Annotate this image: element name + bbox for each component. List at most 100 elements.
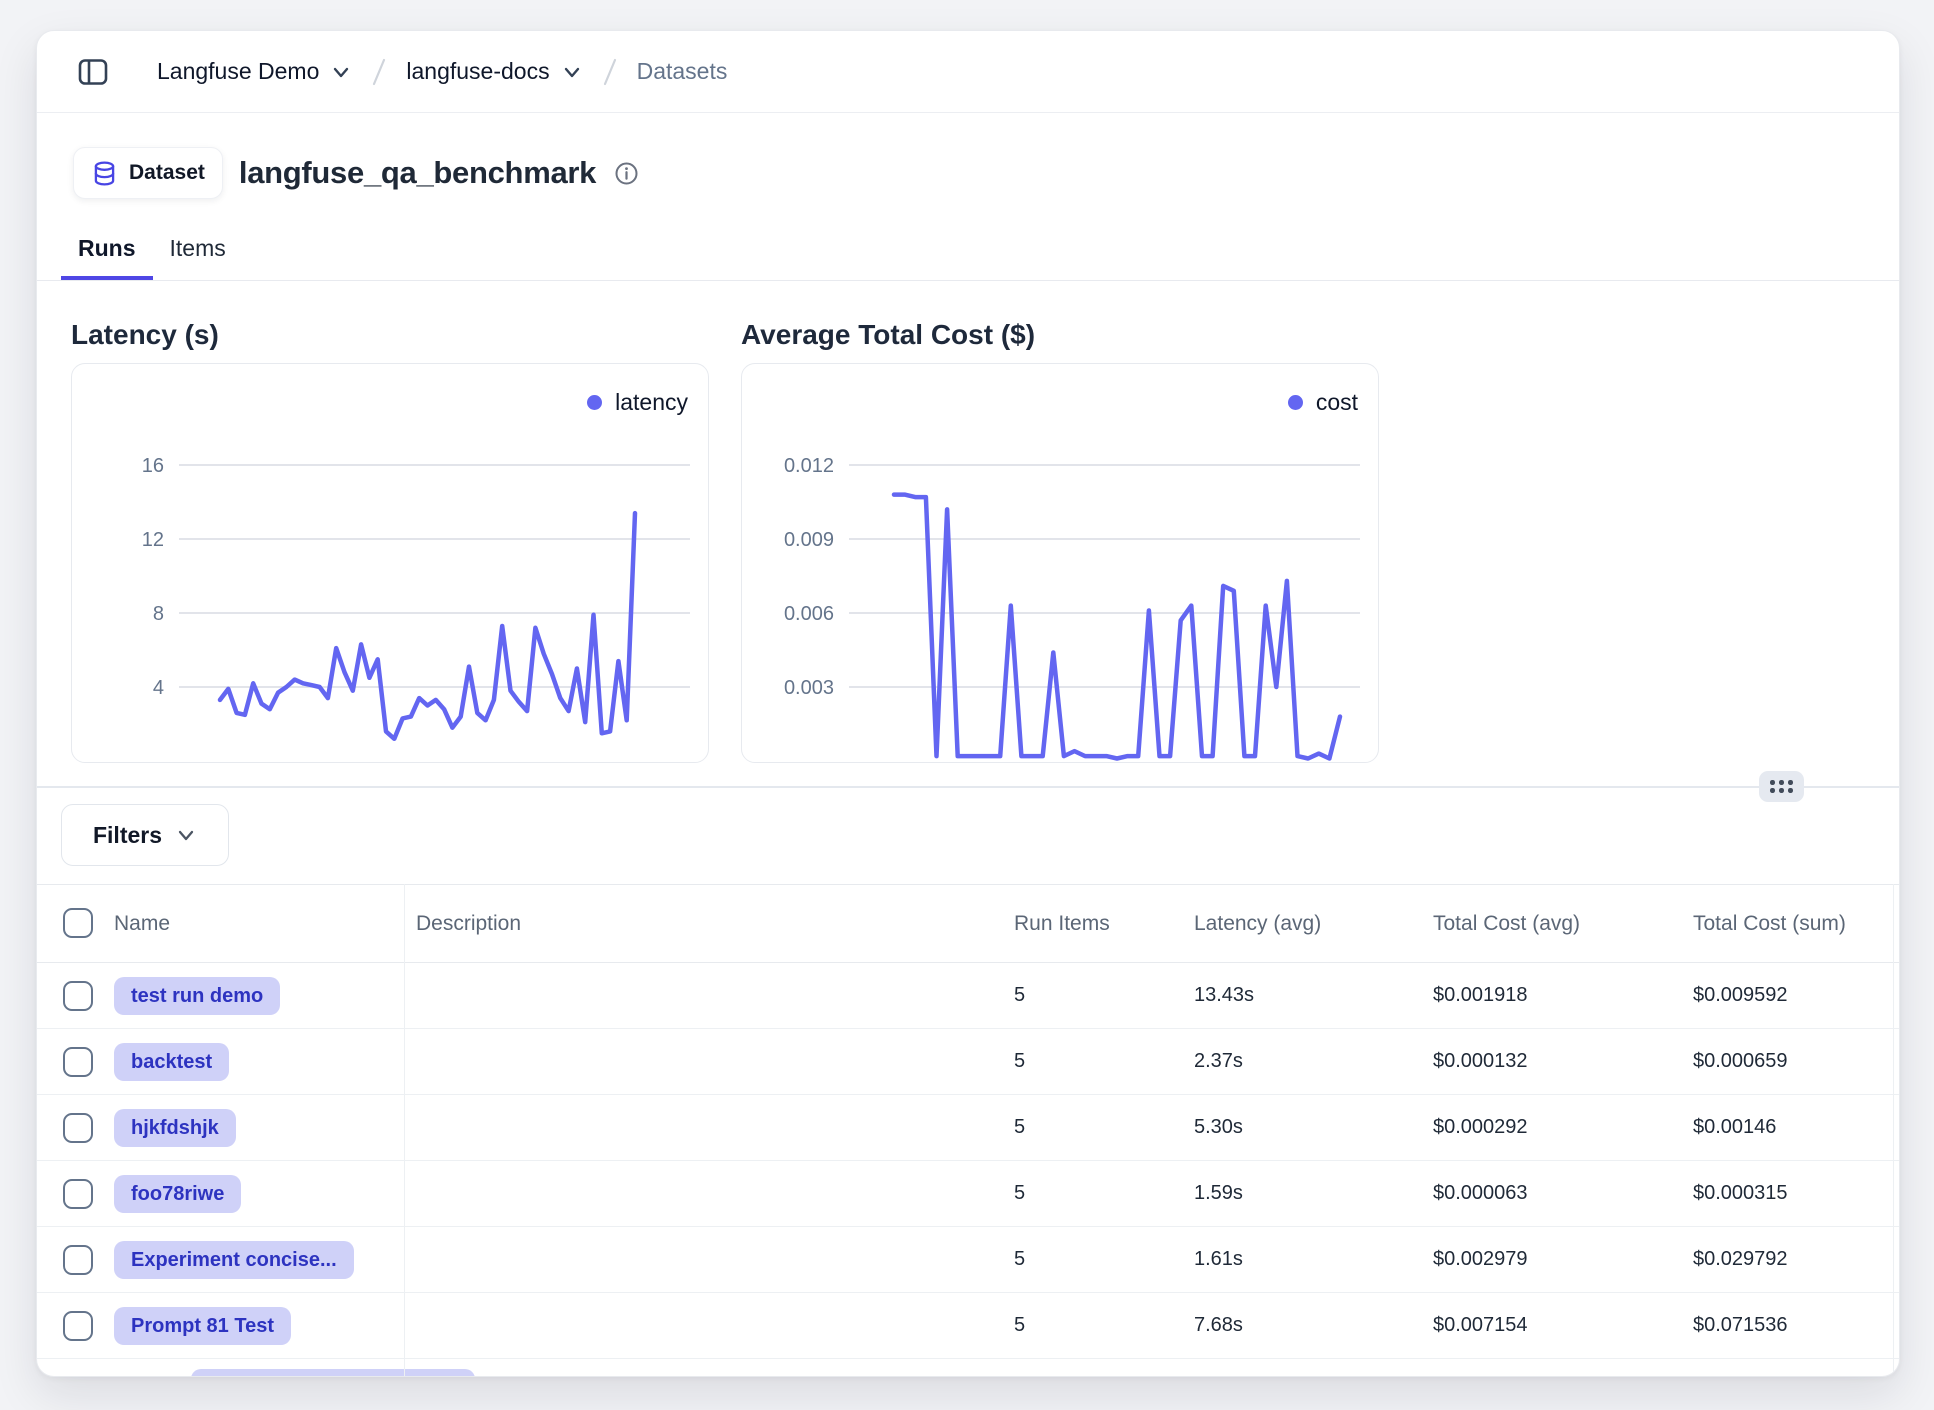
svg-text:16: 16 bbox=[142, 455, 164, 477]
top-nav: Langfuse Demo langfuse-docs Datasets bbox=[37, 31, 1899, 113]
run-items-cell: 5 bbox=[1014, 963, 1025, 1028]
latency-avg-cell: 7.68s bbox=[1194, 1293, 1243, 1358]
select-all-checkbox[interactable] bbox=[63, 908, 93, 938]
total-cost-sum-cell: $0.000315 bbox=[1693, 1161, 1788, 1226]
legend-dot-icon bbox=[587, 395, 602, 410]
row-checkbox[interactable] bbox=[63, 1047, 93, 1077]
page-title: langfuse_qa_benchmark bbox=[239, 155, 596, 191]
column-header-latency-avg[interactable]: Latency (avg) bbox=[1194, 885, 1321, 962]
runs-table: Name Description Run Items Latency (avg)… bbox=[37, 884, 1899, 1376]
tab-runs[interactable]: Runs bbox=[61, 223, 153, 281]
legend-label: cost bbox=[1316, 389, 1358, 416]
breadcrumb-separator bbox=[599, 55, 621, 89]
column-divider bbox=[404, 884, 405, 1376]
dataset-badge-label: Dataset bbox=[129, 161, 205, 185]
latency-legend: latency bbox=[587, 389, 688, 416]
column-header-total-cost-sum[interactable]: Total Cost (sum) bbox=[1693, 885, 1846, 962]
chevron-down-icon bbox=[330, 61, 352, 83]
svg-text:0.006: 0.006 bbox=[784, 603, 834, 625]
latency-avg-cell: 1.61s bbox=[1194, 1227, 1243, 1292]
resize-drag-handle[interactable] bbox=[1759, 771, 1804, 802]
svg-text:8: 8 bbox=[153, 603, 164, 625]
sidebar-toggle-button[interactable] bbox=[75, 54, 111, 90]
filters-label: Filters bbox=[93, 822, 162, 849]
row-checkbox[interactable] bbox=[63, 1179, 93, 1209]
panel-left-icon bbox=[76, 55, 110, 89]
breadcrumb-project[interactable]: langfuse-docs bbox=[406, 58, 582, 85]
breadcrumb-separator bbox=[368, 55, 390, 89]
cost-chart: 0.012 0.009 0.006 0.003 cost bbox=[741, 363, 1379, 763]
row-checkbox[interactable] bbox=[63, 1113, 93, 1143]
total-cost-avg-cell: $0.002979 bbox=[1433, 1227, 1528, 1292]
legend-label: latency bbox=[615, 389, 688, 416]
run-items-cell: 5 bbox=[1014, 1227, 1025, 1292]
total-cost-sum-cell: $0.029792 bbox=[1693, 1227, 1788, 1292]
total-cost-avg-cell: $0.001918 bbox=[1433, 963, 1528, 1028]
run-name-badge[interactable]: hjkfdshjk bbox=[114, 1109, 236, 1147]
tab-bar: Runs Items bbox=[61, 223, 243, 281]
breadcrumb-section[interactable]: Datasets bbox=[637, 58, 728, 85]
org-name: Langfuse Demo bbox=[157, 58, 319, 85]
svg-text:0.009: 0.009 bbox=[784, 529, 834, 551]
run-name-badge[interactable]: Prompt 81 Test bbox=[114, 1307, 291, 1345]
svg-text:12: 12 bbox=[142, 529, 164, 551]
run-name-badge[interactable]: test run demo bbox=[114, 977, 280, 1015]
cost-chart-svg: 0.012 0.009 0.006 0.003 bbox=[742, 364, 1379, 763]
cost-chart-title: Average Total Cost ($) bbox=[741, 319, 1035, 351]
table-row: backtest 5 2.37s $0.000132 $0.000659 bbox=[37, 1029, 1899, 1095]
latency-avg-cell: 2.37s bbox=[1194, 1029, 1243, 1094]
run-name-badge[interactable] bbox=[191, 1369, 475, 1377]
run-items-cell: 5 bbox=[1014, 1293, 1025, 1358]
cost-legend: cost bbox=[1288, 389, 1358, 416]
total-cost-avg-cell: $0.000132 bbox=[1433, 1029, 1528, 1094]
total-cost-avg-cell: $0.007154 bbox=[1433, 1293, 1528, 1358]
run-name-badge[interactable]: Experiment concise... bbox=[114, 1241, 354, 1279]
total-cost-sum-cell: $0.000659 bbox=[1693, 1029, 1788, 1094]
run-name-badge[interactable]: backtest bbox=[114, 1043, 229, 1081]
table-row: Prompt 81 Test 5 7.68s $0.007154 $0.0715… bbox=[37, 1293, 1899, 1359]
info-icon[interactable] bbox=[614, 161, 639, 186]
latency-avg-cell: 1.59s bbox=[1194, 1161, 1243, 1226]
table-row: Experiment concise... 5 1.61s $0.002979 … bbox=[37, 1227, 1899, 1293]
column-divider bbox=[1893, 884, 1894, 1376]
total-cost-avg-cell: $0.000063 bbox=[1433, 1161, 1528, 1226]
total-cost-avg-cell: $0.000292 bbox=[1433, 1095, 1528, 1160]
row-checkbox[interactable] bbox=[63, 981, 93, 1011]
svg-text:4: 4 bbox=[153, 677, 164, 699]
database-icon bbox=[91, 160, 118, 187]
svg-text:0.012: 0.012 bbox=[784, 455, 834, 477]
table-header-row: Name Description Run Items Latency (avg)… bbox=[37, 884, 1899, 963]
total-cost-sum-cell: $0.009592 bbox=[1693, 963, 1788, 1028]
total-cost-sum-cell: $0.071536 bbox=[1693, 1293, 1788, 1358]
svg-text:0.003: 0.003 bbox=[784, 677, 834, 699]
column-header-run-items[interactable]: Run Items bbox=[1014, 885, 1110, 962]
legend-dot-icon bbox=[1288, 395, 1303, 410]
latency-chart-svg: 16 12 8 4 bbox=[72, 364, 709, 763]
run-items-cell: 5 bbox=[1014, 1161, 1025, 1226]
breadcrumb-org[interactable]: Langfuse Demo bbox=[157, 58, 352, 85]
run-items-cell: 5 bbox=[1014, 1095, 1025, 1160]
tab-items[interactable]: Items bbox=[153, 223, 243, 281]
column-header-name[interactable]: Name bbox=[114, 885, 170, 962]
latency-chart: 16 12 8 4 latency bbox=[71, 363, 709, 763]
table-row bbox=[37, 1359, 1899, 1377]
project-name: langfuse-docs bbox=[406, 58, 549, 85]
dataset-header: Dataset langfuse_qa_benchmark bbox=[73, 147, 639, 199]
section-divider bbox=[37, 786, 1899, 788]
tab-bar-border bbox=[37, 280, 1899, 281]
filters-button[interactable]: Filters bbox=[61, 804, 229, 866]
column-header-total-cost-avg[interactable]: Total Cost (avg) bbox=[1433, 885, 1580, 962]
latency-avg-cell: 5.30s bbox=[1194, 1095, 1243, 1160]
dataset-type-badge: Dataset bbox=[73, 147, 223, 199]
grip-dots-icon bbox=[1770, 780, 1793, 793]
chevron-down-icon bbox=[175, 824, 197, 846]
row-checkbox[interactable] bbox=[63, 1311, 93, 1341]
app-window: Langfuse Demo langfuse-docs Datasets bbox=[36, 30, 1900, 1377]
column-header-description[interactable]: Description bbox=[416, 885, 521, 962]
run-name-badge[interactable]: foo78riwe bbox=[114, 1175, 241, 1213]
row-checkbox[interactable] bbox=[63, 1245, 93, 1275]
latency-avg-cell: 13.43s bbox=[1194, 963, 1254, 1028]
latency-chart-title: Latency (s) bbox=[71, 319, 219, 351]
chevron-down-icon bbox=[561, 61, 583, 83]
table-row: foo78riwe 5 1.59s $0.000063 $0.000315 bbox=[37, 1161, 1899, 1227]
